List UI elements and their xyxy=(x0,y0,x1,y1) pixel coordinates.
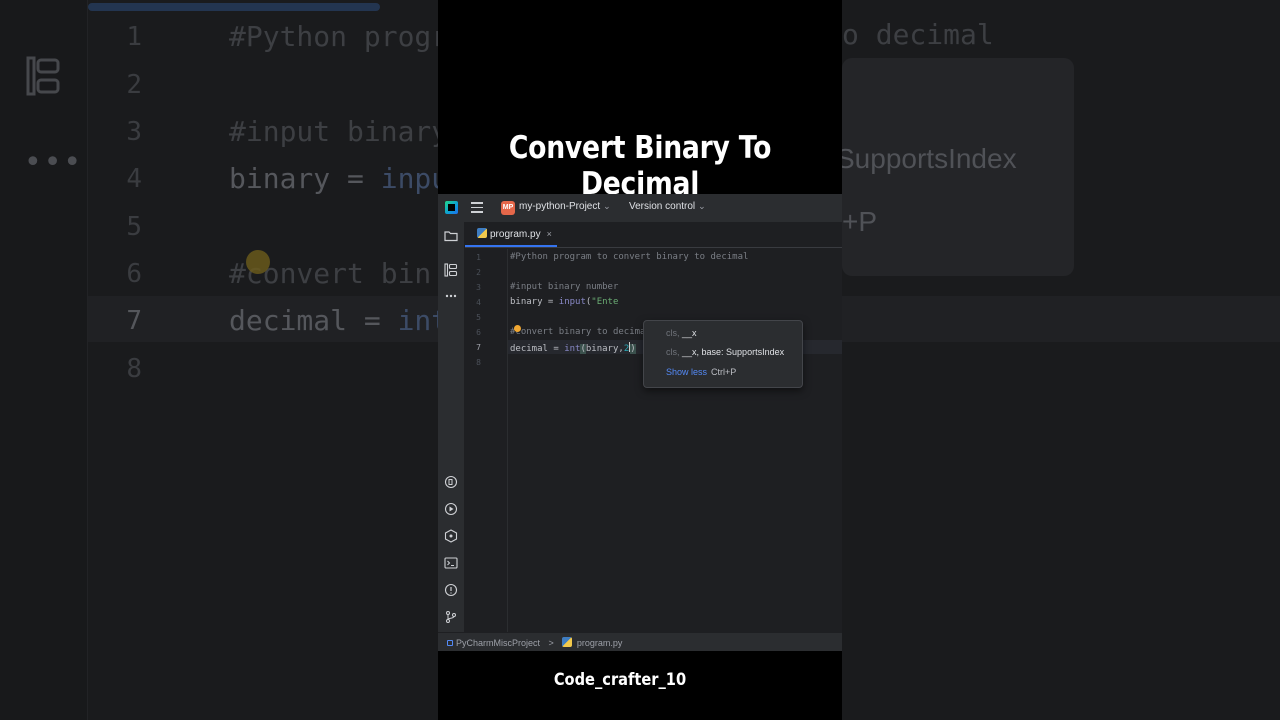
structure-icon[interactable] xyxy=(444,263,458,277)
code-text: binary, xyxy=(585,344,624,354)
ide-window: MP my-python-Project ⌄ Version control ⌄ p… xyxy=(438,194,842,651)
background-line-number: 4 xyxy=(126,164,142,194)
background-popup-text: +P xyxy=(842,206,878,237)
line-number: 8 xyxy=(476,358,481,367)
signature-text: __x, base: SupportsIndex xyxy=(682,347,785,357)
chevron-down-icon: ⌄ xyxy=(603,201,611,211)
signature-text: __x xyxy=(682,328,697,338)
shortcut-hint: Ctrl+P xyxy=(711,367,737,377)
more-icon[interactable] xyxy=(444,289,458,303)
editor-tabs: program.py × xyxy=(465,222,842,248)
video-title: Convert Binary To Decimal xyxy=(508,130,772,202)
close-icon[interactable]: × xyxy=(547,229,552,239)
background-line-number: 2 xyxy=(126,70,142,100)
lightbulb-icon[interactable] xyxy=(514,325,521,332)
signature-text: cls, xyxy=(666,347,683,357)
line-number: 7 xyxy=(476,343,481,352)
background-tab-indicator xyxy=(88,3,380,11)
problems-icon[interactable] xyxy=(444,583,458,597)
project-name: my-python-Project xyxy=(519,201,601,212)
background-popup-text: SupportsIndex xyxy=(836,143,1017,174)
breadcrumb: PyCharmMiscProject > program.py xyxy=(447,637,622,648)
background-code-text: decimal = xyxy=(229,304,398,337)
show-less-link[interactable]: Show less xyxy=(666,367,707,377)
channel-credit: Code_crafter_10 xyxy=(553,670,687,690)
main-menu-icon[interactable] xyxy=(471,202,483,213)
code-text: "Ente xyxy=(591,297,619,307)
background-code-line: #input binary xyxy=(229,115,449,148)
breadcrumb-separator: > xyxy=(548,638,554,648)
background-code-line: binary = inpu xyxy=(229,162,448,195)
background-line-number: 8 xyxy=(126,354,142,384)
git-icon[interactable] xyxy=(444,610,458,624)
code-text: binary = xyxy=(510,297,559,307)
code-line-1: #Python program to convert binary to dec… xyxy=(510,252,749,262)
code-line-4: binary = input("Ente xyxy=(510,297,618,307)
background-code-line: #Python progr xyxy=(229,20,449,53)
services-icon[interactable] xyxy=(444,502,458,516)
breadcrumb-project[interactable]: PyCharmMiscProject xyxy=(456,638,540,648)
line-number: 6 xyxy=(476,328,481,337)
project-icon xyxy=(447,640,453,646)
terminal-icon[interactable] xyxy=(444,556,458,570)
code-editor[interactable]: 1 2 3 4 5 6 7 8 #Python program to conve… xyxy=(465,249,842,632)
version-control-label: Version control xyxy=(629,201,696,212)
folder-icon[interactable] xyxy=(444,229,458,243)
code-text: decimal = xyxy=(510,344,565,354)
tool-window-strip xyxy=(438,222,465,632)
status-bar: PyCharmMiscProject > program.py xyxy=(438,632,842,651)
active-tab-indicator xyxy=(465,245,557,247)
code-text: int xyxy=(564,344,581,354)
line-number: 5 xyxy=(476,313,481,322)
background-line-number: 3 xyxy=(126,117,142,147)
code-line-6: #convert binary to decimal xyxy=(510,327,651,337)
breadcrumb-file[interactable]: program.py xyxy=(577,638,623,648)
background-code-line: decimal = int xyxy=(229,304,448,337)
background-line-number: 5 xyxy=(126,212,142,242)
line-number: 4 xyxy=(476,298,481,307)
pycharm-logo-icon xyxy=(445,201,458,214)
code-line-3: #input binary number xyxy=(510,282,619,292)
line-number: 1 xyxy=(476,253,481,262)
background-code-text: binary = xyxy=(229,162,381,195)
line-number: 3 xyxy=(476,283,481,292)
structure-icon xyxy=(26,56,60,96)
signature-row: cls, __x xyxy=(666,328,697,338)
background-line-number: 1 xyxy=(126,22,142,52)
code-text: ) xyxy=(630,344,636,354)
project-selector[interactable]: my-python-Project ⌄ xyxy=(519,201,611,212)
signature-text: cls, xyxy=(666,328,683,338)
project-badge: MP xyxy=(501,201,515,215)
code-line-7: decimal = int(binary,2) xyxy=(510,342,636,354)
version-control-menu[interactable]: Version control ⌄ xyxy=(629,201,706,212)
background-line-number: 6 xyxy=(126,259,142,289)
line-number: 2 xyxy=(476,268,481,277)
code-text: input xyxy=(558,297,586,307)
background-code-line: o decimal xyxy=(842,18,994,51)
lightbulb-icon xyxy=(246,250,270,274)
more-icon: ••• xyxy=(24,145,84,180)
tab-label: program.py xyxy=(490,229,541,240)
python-packages-icon[interactable] xyxy=(444,529,458,543)
video-frame: Convert Binary To Decimal MP my-python-P… xyxy=(438,0,842,720)
background-tool-rail xyxy=(0,0,88,720)
chevron-down-icon: ⌄ xyxy=(698,201,706,211)
line-gutter: 1 2 3 4 5 6 7 8 xyxy=(465,249,508,632)
parameter-info-popup: cls, __x cls, __x, base: SupportsIndex S… xyxy=(643,320,803,388)
python-console-icon[interactable] xyxy=(444,475,458,489)
popup-footer: Show less Ctrl+P xyxy=(666,367,736,377)
signature-row: cls, __x, base: SupportsIndex xyxy=(666,347,784,357)
title-bar: MP my-python-Project ⌄ Version control ⌄ xyxy=(438,194,842,222)
python-file-icon xyxy=(562,637,573,647)
background-line-number: 7 xyxy=(126,306,142,336)
python-file-icon xyxy=(477,228,487,238)
